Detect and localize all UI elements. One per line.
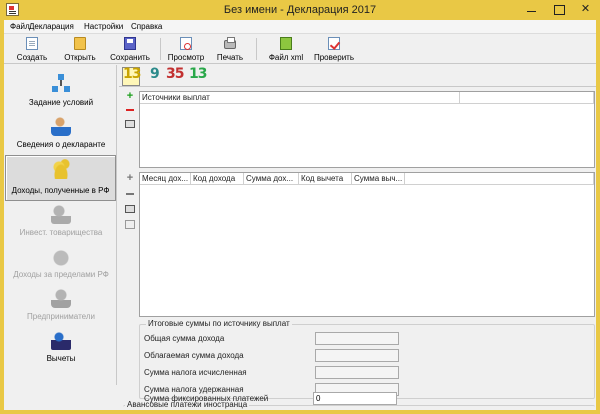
- preview-icon: [180, 37, 192, 50]
- column-header[interactable]: Месяц дох...: [140, 173, 191, 185]
- sidebar-item-label: Доходы, полученные в РФ: [11, 186, 110, 195]
- coins-icon: [50, 159, 71, 179]
- sidebar-item-foreign-income[interactable]: Доходы за пределами РФ: [6, 243, 116, 285]
- print-button[interactable]: Печать: [210, 36, 250, 63]
- sidebar-item-entrepreneurs[interactable]: Предприниматели: [6, 285, 116, 327]
- add-source-button[interactable]: +: [125, 91, 135, 102]
- tax-calculated-label: Сумма налога исчисленная: [144, 368, 247, 377]
- rate-tab-9[interactable]: 9: [150, 66, 160, 82]
- fixed-payments-label: Сумма фиксированных платежей: [144, 394, 269, 403]
- total-income-label: Общая сумма дохода: [144, 334, 225, 343]
- add-income-button[interactable]: +: [125, 173, 135, 184]
- menu-declaration[interactable]: Декларация: [29, 22, 74, 31]
- create-label: Создать: [16, 53, 48, 62]
- column-header[interactable]: Источники выплат: [140, 92, 460, 104]
- sidebar-item-label: Инвест. товарищества: [19, 228, 103, 237]
- rate-tab-13-nonresident[interactable]: 13: [189, 66, 208, 82]
- tax-calculated-field[interactable]: [315, 366, 399, 379]
- sidebar-item-invest[interactable]: Инвест. товарищества: [6, 201, 116, 243]
- printer-icon: [224, 37, 236, 49]
- check-icon: [328, 37, 340, 50]
- person-icon: [51, 116, 71, 136]
- rate-tab-13[interactable]: 13: [123, 66, 142, 82]
- window-title: Без имени - Декларация 2017: [223, 4, 377, 16]
- sources-table[interactable]: Источники выплат: [139, 91, 595, 168]
- minimize-button[interactable]: [518, 0, 545, 20]
- sidebar-item-label: Вычеты: [46, 354, 76, 363]
- taxable-income-label: Облагаемая сумма дохода: [144, 351, 244, 360]
- taxable-income-field[interactable]: [315, 349, 399, 362]
- menu-help[interactable]: Справка: [131, 22, 162, 31]
- delete-income-button[interactable]: [125, 189, 135, 199]
- edit-source-button[interactable]: [125, 120, 135, 128]
- totals-title: Итоговые суммы по источнику выплат: [146, 319, 292, 328]
- sidebar-item-label: Сведения о декларанте: [16, 140, 106, 149]
- open-folder-icon: [74, 37, 86, 50]
- sidebar-item-income-rf[interactable]: Доходы, полученные в РФ: [5, 155, 116, 201]
- xml-file-label: Файл xml: [268, 53, 304, 62]
- investor-icon: [51, 204, 71, 224]
- check-label: Проверить: [313, 53, 354, 62]
- close-button[interactable]: ✕: [572, 0, 599, 20]
- menu-bar: Файл Декларация Настройки Справка: [4, 20, 596, 34]
- save-button[interactable]: Сохранить: [106, 36, 154, 63]
- rate-tab-35[interactable]: 35: [166, 66, 185, 82]
- column-header-empty: [405, 173, 594, 185]
- preview-label: Просмотр: [167, 53, 205, 62]
- menu-settings[interactable]: Настройки: [84, 22, 123, 31]
- toolbar-separator: [256, 38, 257, 60]
- title-bar: Без имени - Декларация 2017 ✕: [0, 0, 600, 20]
- fixed-payments-field[interactable]: 0: [313, 392, 397, 405]
- print-label: Печать: [216, 53, 244, 62]
- edit-income-button[interactable]: [125, 205, 135, 213]
- new-document-icon: [26, 37, 38, 50]
- column-header[interactable]: Код вычета: [299, 173, 352, 185]
- menu-file[interactable]: Файл: [10, 22, 30, 31]
- save-label: Сохранить: [110, 53, 150, 62]
- sidebar-item-label: Предприниматели: [27, 312, 95, 321]
- column-header-empty: [460, 92, 594, 104]
- conditions-icon: [51, 74, 71, 94]
- total-income-field[interactable]: [315, 332, 399, 345]
- sidebar-item-declarant[interactable]: Сведения о декларанте: [6, 113, 116, 155]
- tax-rate-tabs: 13 9 35 13: [119, 65, 596, 87]
- column-header[interactable]: Сумма дох...: [244, 173, 299, 185]
- toolbar-separator: [160, 38, 161, 60]
- column-header[interactable]: Сумма выч...: [352, 173, 405, 185]
- floppy-disk-icon: [124, 37, 136, 50]
- open-button[interactable]: Открыть: [60, 36, 100, 63]
- check-button[interactable]: Проверить: [310, 36, 358, 63]
- open-label: Открыть: [64, 53, 96, 62]
- preview-button[interactable]: Просмотр: [164, 36, 208, 63]
- xml-file-button[interactable]: Файл xml: [264, 36, 308, 63]
- income-table[interactable]: Месяц дох... Код дохода Сумма дох... Код…: [139, 172, 595, 317]
- deductions-icon: [51, 330, 71, 350]
- create-button[interactable]: Создать: [12, 36, 52, 63]
- delete-source-button[interactable]: [125, 105, 135, 115]
- totals-group: Итоговые суммы по источнику выплат Общая…: [139, 319, 595, 399]
- sidebar-item-conditions[interactable]: Задание условий: [6, 71, 116, 113]
- tax-withheld-label: Сумма налога удержанная: [144, 385, 244, 394]
- maximize-button[interactable]: [545, 0, 572, 20]
- businessman-icon: [51, 288, 71, 308]
- money-bag-icon: [51, 246, 71, 266]
- copy-income-button[interactable]: [125, 220, 135, 229]
- sidebar-item-label: Задание условий: [28, 98, 94, 107]
- xml-file-icon: [280, 37, 292, 50]
- main-panel: 13 9 35 13 + Источники выплат + Месяц до…: [119, 65, 596, 410]
- toolbar: Создать Открыть Сохранить Просмотр Печат…: [4, 34, 596, 64]
- app-frame: Файл Декларация Настройки Справка Создат…: [4, 20, 596, 410]
- advance-group: Авансовые платежи иностранца: [123, 400, 595, 410]
- sidebar: Задание условий Сведения о декларанте До…: [4, 65, 117, 385]
- sidebar-item-deductions[interactable]: Вычеты: [6, 327, 116, 369]
- sidebar-item-label: Доходы за пределами РФ: [13, 270, 109, 279]
- column-header[interactable]: Код дохода: [191, 173, 244, 185]
